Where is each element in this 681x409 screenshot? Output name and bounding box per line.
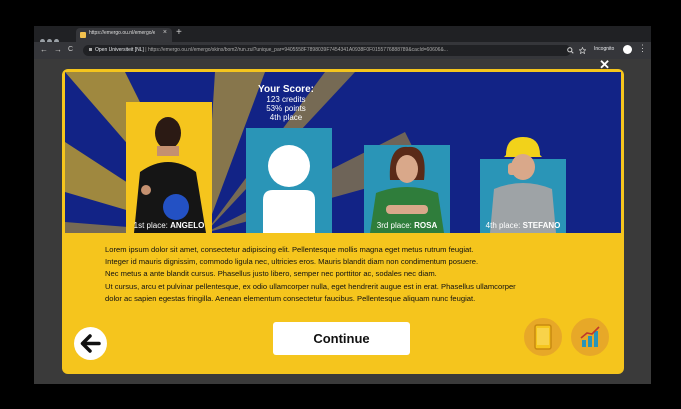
url-text: https://emergo.ou.nl/emergo/skins/bom2/r… bbox=[148, 47, 448, 53]
close-dialog-button[interactable]: ✕ bbox=[599, 57, 610, 73]
description-line: Ut cursus, arcu et pulvinar pellentesque… bbox=[105, 281, 516, 291]
podium-card-fourth: 4th place: STEFANO bbox=[480, 137, 566, 233]
results-panel: 1st place: ANGELO Your Score: 123 credit… bbox=[62, 69, 624, 374]
podium-first-label: 1st place: ANGELO bbox=[133, 221, 205, 230]
player-silhouette-icon bbox=[263, 145, 315, 233]
podium-third-label: 3rd place: ROSA bbox=[376, 221, 438, 230]
browser-menu-button[interactable]: ⋮ bbox=[638, 43, 647, 54]
player-stefano-figure bbox=[490, 137, 556, 233]
tablet-icon bbox=[534, 324, 552, 350]
site-identity: Open Universiteit [NL] bbox=[95, 47, 144, 53]
tab-title: https://emergo.ou.nl/emergo/ex bbox=[89, 30, 155, 36]
incognito-label: Incognito bbox=[594, 46, 615, 52]
player-angelo-figure bbox=[134, 117, 206, 233]
score-place: 4th place bbox=[269, 113, 303, 122]
description-line: Lorem ipsum dolor sit amet, consectetur … bbox=[105, 245, 474, 254]
description-line: Integer id mauris dignissim, commodo lig… bbox=[105, 257, 479, 267]
podium-stage: 1st place: ANGELO Your Score: 123 credit… bbox=[65, 72, 621, 233]
forward-nav-button[interactable]: → bbox=[54, 45, 62, 54]
result-description: Lorem ipsum dolor sit amet, consectetur … bbox=[105, 244, 595, 305]
score-heading: Your Score: bbox=[258, 84, 314, 95]
player-rosa-figure bbox=[370, 146, 444, 233]
search-icon[interactable] bbox=[567, 47, 574, 54]
new-tab-button[interactable]: + bbox=[176, 27, 182, 38]
back-nav-button[interactable]: ← bbox=[40, 45, 48, 54]
podium-fourth-label: 4th place: STEFANO bbox=[485, 221, 561, 230]
score-points: 53% points bbox=[266, 104, 306, 113]
score-summary: Your Score: 123 credits 53% points 4th p… bbox=[245, 84, 327, 122]
arrow-left-icon bbox=[80, 334, 101, 353]
address-toolbar: ← → C Open Universiteit [NL] | https://e… bbox=[34, 42, 651, 59]
podium-card-third: 3rd place: ROSA bbox=[364, 145, 450, 233]
podium-card-player bbox=[246, 128, 332, 233]
favicon-icon bbox=[80, 32, 86, 38]
score-credits: 123 credits bbox=[266, 95, 306, 104]
chart-icon bbox=[580, 326, 600, 347]
tablet-button[interactable] bbox=[524, 318, 562, 356]
browser-tab[interactable]: https://emergo.ou.nl/emergo/ex × bbox=[76, 28, 172, 42]
back-button[interactable] bbox=[74, 327, 107, 360]
address-bar[interactable]: Open Universiteit [NL] | https://emergo.… bbox=[83, 45, 571, 56]
browser-window: https://emergo.ou.nl/emergo/ex × + ← → C… bbox=[34, 26, 651, 384]
continue-button[interactable]: Continue bbox=[273, 322, 410, 355]
star-icon[interactable] bbox=[579, 47, 586, 54]
description-line: dolor ac sapien egestas fringilla. Aenea… bbox=[105, 293, 476, 303]
lock-icon bbox=[89, 48, 92, 52]
incognito-avatar-icon[interactable] bbox=[623, 45, 632, 54]
description-line: Nec metus a ante blandit cursus. Phasell… bbox=[105, 269, 437, 279]
tab-bar: https://emergo.ou.nl/emergo/ex × + bbox=[34, 26, 651, 44]
statistics-button[interactable] bbox=[571, 318, 609, 356]
podium-card-first: 1st place: ANGELO bbox=[126, 102, 212, 233]
page-viewport: 1st place: ANGELO Your Score: 123 credit… bbox=[34, 57, 651, 384]
reload-button[interactable]: C bbox=[68, 46, 73, 53]
tab-close-button[interactable]: × bbox=[163, 29, 167, 36]
